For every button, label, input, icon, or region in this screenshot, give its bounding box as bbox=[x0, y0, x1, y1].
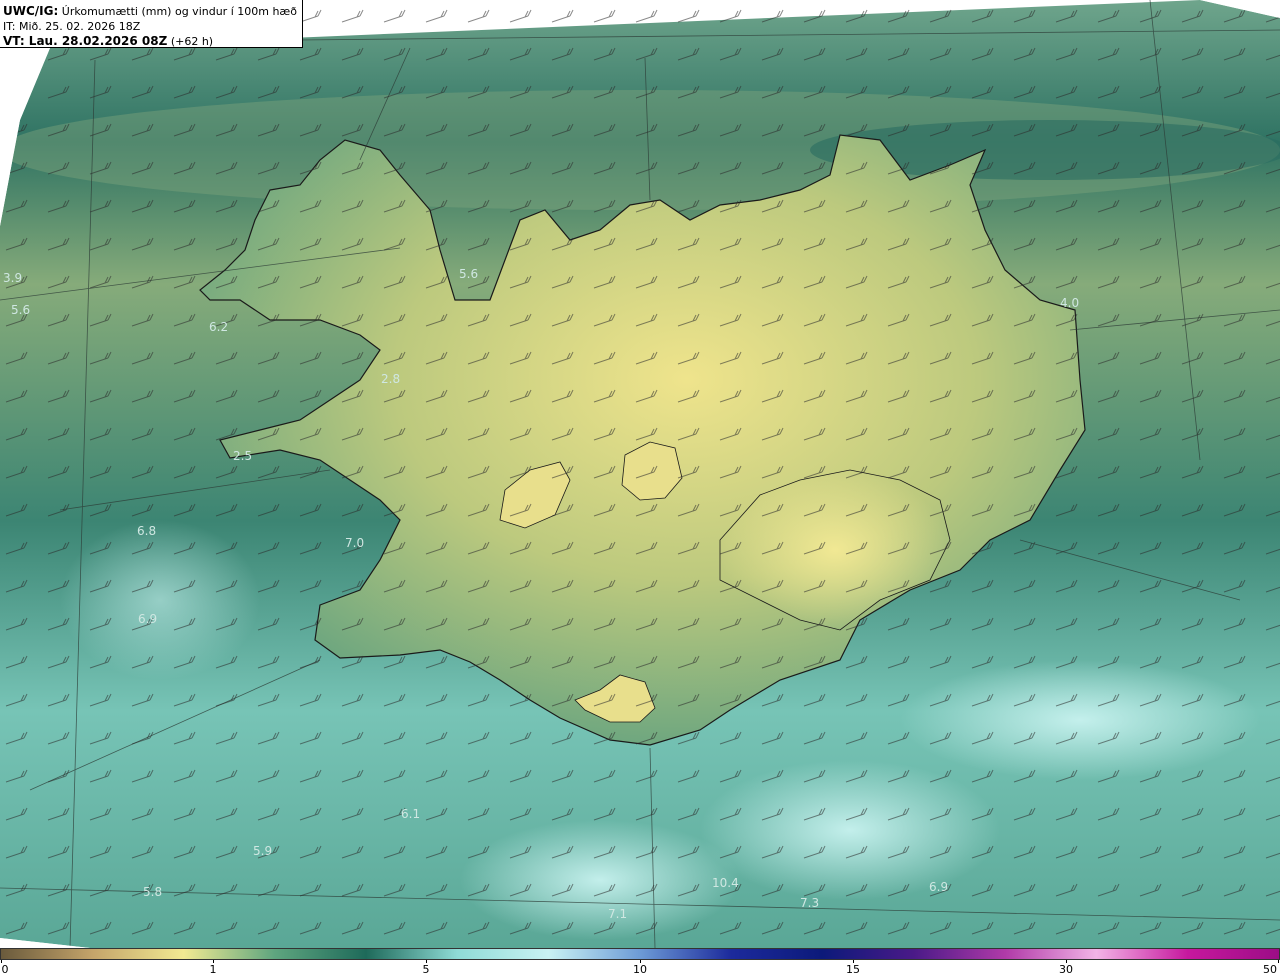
colorbar-tick-label: 15 bbox=[846, 963, 860, 976]
map-title: Úrkomumætti (mm) og vindur í 100m hæð bbox=[61, 5, 297, 18]
lead-time: (+62 h) bbox=[170, 35, 214, 48]
value-label: 6.8 bbox=[137, 524, 156, 538]
value-label: 2.5 bbox=[233, 449, 252, 463]
value-label: 10.4 bbox=[712, 876, 739, 890]
colorbar bbox=[0, 948, 1280, 960]
colorbar-tick-label: 50 bbox=[1263, 963, 1277, 976]
issue-time: IT: Mið. 25. 02. 2026 18Z bbox=[3, 20, 141, 33]
value-label: 6.1 bbox=[401, 807, 420, 821]
title-line: UWC/IG: Úrkomumætti (mm) og vindur í 100… bbox=[3, 4, 302, 19]
colorbar-legend: 0 1 5 10 15 30 50 bbox=[0, 948, 1280, 978]
value-label: 5.6 bbox=[459, 267, 478, 281]
value-label: 5.6 bbox=[11, 303, 30, 317]
colorbar-tick-label: 1 bbox=[209, 963, 217, 976]
value-label: 4.0 bbox=[1060, 296, 1079, 310]
colorbar-tick-label: 30 bbox=[1059, 963, 1073, 976]
valid-time: VT: Lau. 28.02.2026 08Z bbox=[3, 34, 168, 48]
colorbar-tick-label: 10 bbox=[633, 963, 647, 976]
value-label: 6.2 bbox=[209, 320, 228, 334]
valid-time-line: VT: Lau. 28.02.2026 08Z (+62 h) bbox=[3, 34, 302, 49]
precipitation-map: 3.9 5.6 6.2 5.6 2.8 2.5 6.8 7.0 6.9 4.0 … bbox=[0, 0, 1280, 948]
model-label: UWC/IG: bbox=[3, 4, 59, 18]
wind-barbs bbox=[0, 0, 1280, 948]
value-label: 7.3 bbox=[800, 896, 819, 910]
value-label: 7.0 bbox=[345, 536, 364, 550]
value-label: 2.8 bbox=[381, 372, 400, 386]
colorbar-tick bbox=[1278, 960, 1279, 963]
value-label: 5.8 bbox=[143, 885, 162, 899]
map-title-box: UWC/IG: Úrkomumætti (mm) og vindur í 100… bbox=[0, 0, 303, 48]
value-label: 7.1 bbox=[608, 907, 627, 921]
value-label: 6.9 bbox=[138, 612, 157, 626]
colorbar-tick-label: 0 bbox=[1, 963, 9, 976]
value-label: 5.9 bbox=[253, 844, 272, 858]
colorbar-tick-label: 5 bbox=[422, 963, 430, 976]
value-label: 6.9 bbox=[929, 880, 948, 894]
value-label: 3.9 bbox=[3, 271, 22, 285]
